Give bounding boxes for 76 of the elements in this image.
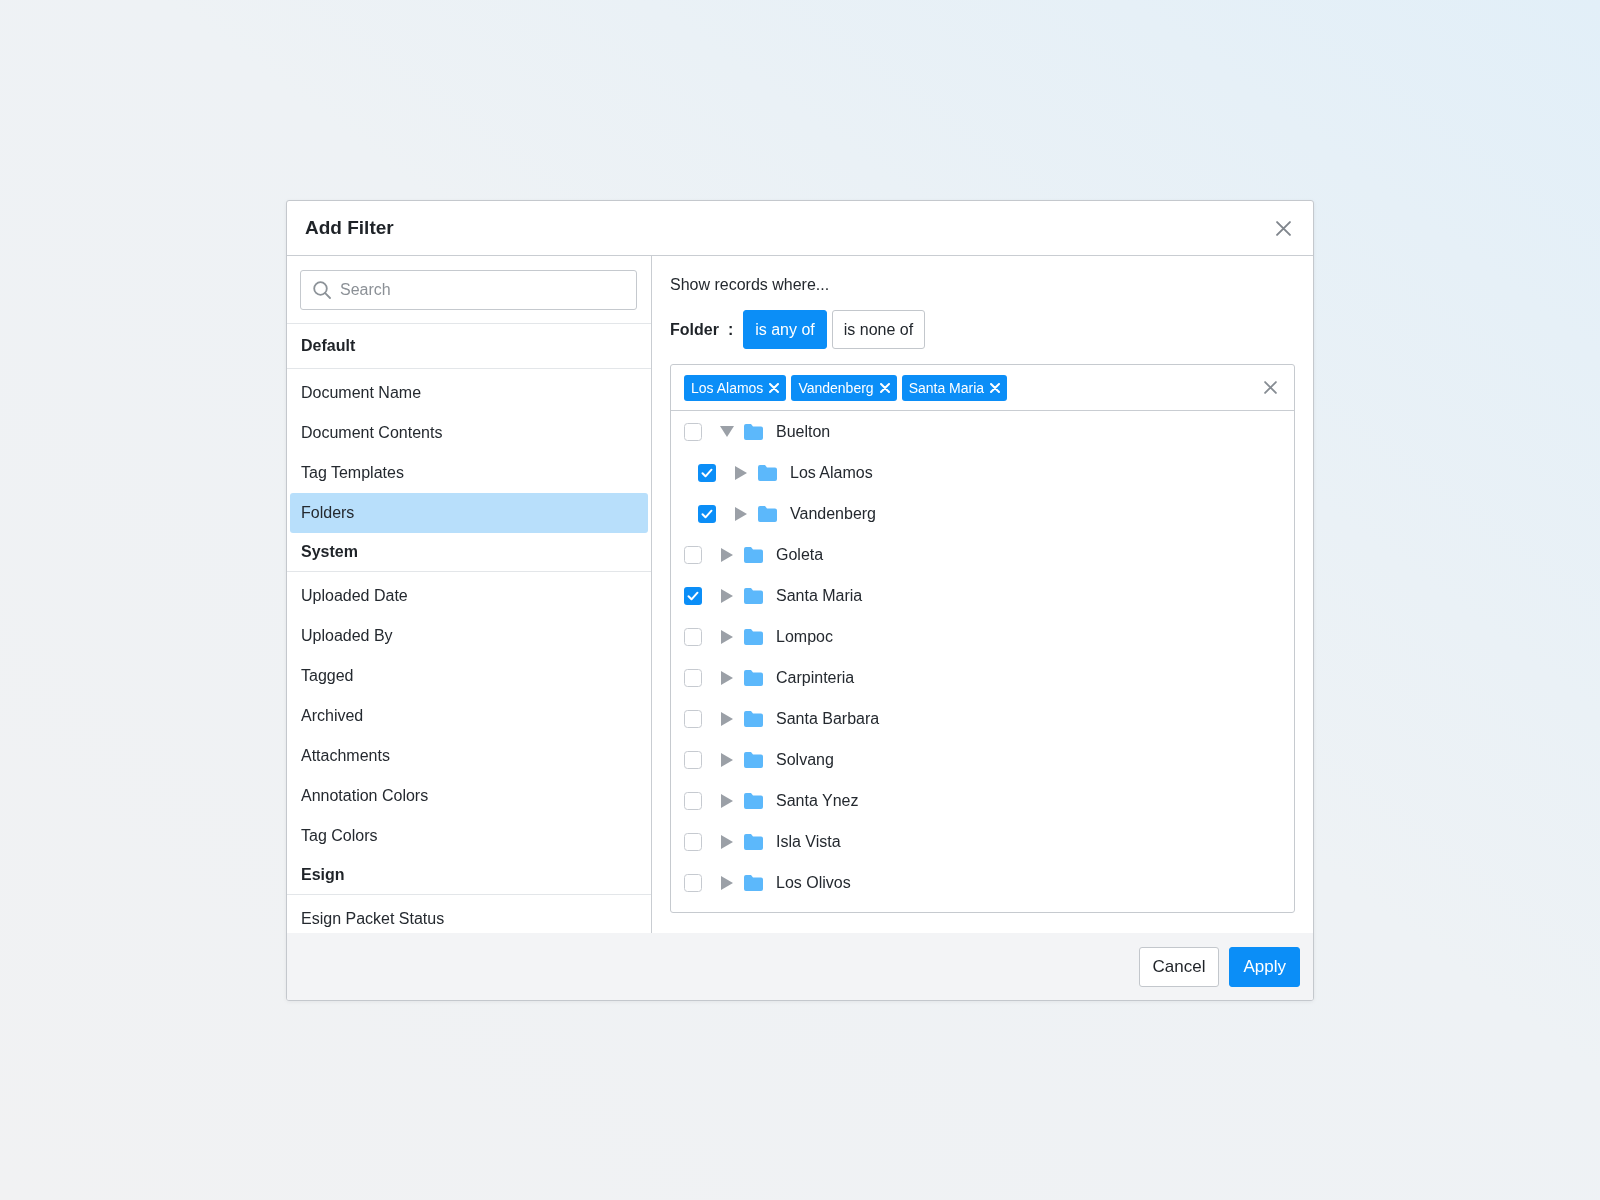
folder-name[interactable]: Goleta — [776, 545, 824, 564]
sidebar-item[interactable]: Annotation Colors — [290, 776, 648, 816]
checkbox[interactable] — [684, 709, 702, 728]
close-icon[interactable] — [1264, 381, 1277, 394]
folder-name[interactable]: Carpinteria — [776, 668, 855, 687]
folder-name[interactable]: Santa Maria — [776, 586, 863, 605]
cancel-button[interactable]: Cancel — [1138, 946, 1220, 987]
sidebar-item[interactable]: Document Contents — [290, 413, 648, 453]
sidebar-item[interactable]: Tagged — [290, 656, 648, 696]
caret-right-icon[interactable] — [721, 793, 733, 808]
folder-name[interactable]: Santa Barbara — [776, 709, 880, 728]
folder-icon — [758, 464, 777, 481]
sidebar-heading: Esign — [301, 866, 345, 884]
sidebar-item[interactable]: Esign Packet Status — [290, 899, 648, 933]
prompt-text: Show records where... — [670, 275, 830, 295]
checkbox[interactable] — [698, 463, 716, 482]
folder-icon — [744, 710, 763, 727]
checkbox[interactable] — [684, 545, 702, 564]
close-icon[interactable] — [1276, 220, 1291, 236]
folder-name[interactable]: Buelton — [776, 422, 831, 441]
folder-icon — [744, 546, 763, 563]
folder-name[interactable]: Los Olivos — [776, 873, 851, 892]
folder-icon — [744, 669, 763, 686]
folder-icon — [744, 587, 763, 604]
folder-name[interactable]: Los Alamos — [790, 463, 873, 482]
sidebar-heading: System — [301, 543, 358, 561]
checkbox[interactable] — [684, 422, 702, 441]
folder-icon — [744, 833, 763, 850]
dialog-title: Add Filter — [305, 217, 394, 239]
caret-right-icon[interactable] — [721, 711, 733, 726]
field-label: Folder — [670, 320, 719, 339]
caret-right-icon[interactable] — [721, 834, 733, 849]
tag-label: Vandenberg — [798, 379, 874, 396]
folder-icon — [744, 792, 763, 809]
caret-right-icon[interactable] — [721, 875, 733, 890]
tag-label: Los Alamos — [691, 379, 764, 396]
search-field[interactable]: Search — [300, 270, 637, 310]
sidebar-item[interactable]: Uploaded Date — [290, 576, 648, 616]
caret-right-icon[interactable] — [735, 506, 747, 521]
folder-icon — [744, 874, 763, 891]
checkbox[interactable] — [684, 791, 702, 810]
sidebar-item[interactable]: Uploaded By — [290, 616, 648, 656]
folder-name[interactable]: Vandenberg — [790, 504, 876, 523]
caret-right-icon[interactable] — [721, 588, 733, 603]
folder-name[interactable]: Santa Ynez — [776, 791, 859, 810]
checkbox[interactable] — [684, 668, 702, 687]
caret-right-icon[interactable] — [721, 547, 733, 562]
separator-text: : — [727, 320, 734, 339]
folder-icon — [744, 423, 763, 440]
checkbox[interactable] — [684, 873, 702, 892]
checkbox[interactable] — [684, 832, 702, 851]
sidebar-item[interactable]: Folders — [290, 493, 648, 533]
sidebar-item[interactable]: Attachments — [290, 736, 648, 776]
folder-name[interactable]: Lompoc — [776, 627, 833, 646]
checkbox[interactable] — [684, 627, 702, 646]
checkbox[interactable] — [684, 750, 702, 769]
operator-toggle[interactable]: is none of — [831, 310, 926, 349]
folder-icon — [758, 505, 777, 522]
checkbox[interactable] — [684, 586, 702, 605]
folder-name[interactable]: Solvang — [776, 750, 834, 769]
search-icon — [313, 281, 331, 299]
caret-right-icon[interactable] — [721, 752, 733, 767]
sidebar-item[interactable]: Document Name — [290, 373, 648, 413]
caret-right-icon[interactable] — [721, 629, 733, 644]
caret-right-icon[interactable] — [735, 465, 747, 480]
sidebar-item[interactable]: Archived — [290, 696, 648, 736]
folder-icon — [744, 751, 763, 768]
caret-right-icon[interactable] — [721, 670, 733, 685]
folder-icon — [744, 628, 763, 645]
caret-down-icon[interactable] — [720, 426, 734, 437]
tag-label: Santa Maria — [908, 379, 985, 396]
checkbox[interactable] — [698, 504, 716, 523]
sidebar-item[interactable]: Tag Colors — [290, 816, 648, 856]
sidebar-heading: Default — [301, 337, 356, 355]
sidebar-item[interactable]: Tag Templates — [290, 453, 648, 493]
folder-name[interactable]: Isla Vista — [776, 832, 841, 851]
